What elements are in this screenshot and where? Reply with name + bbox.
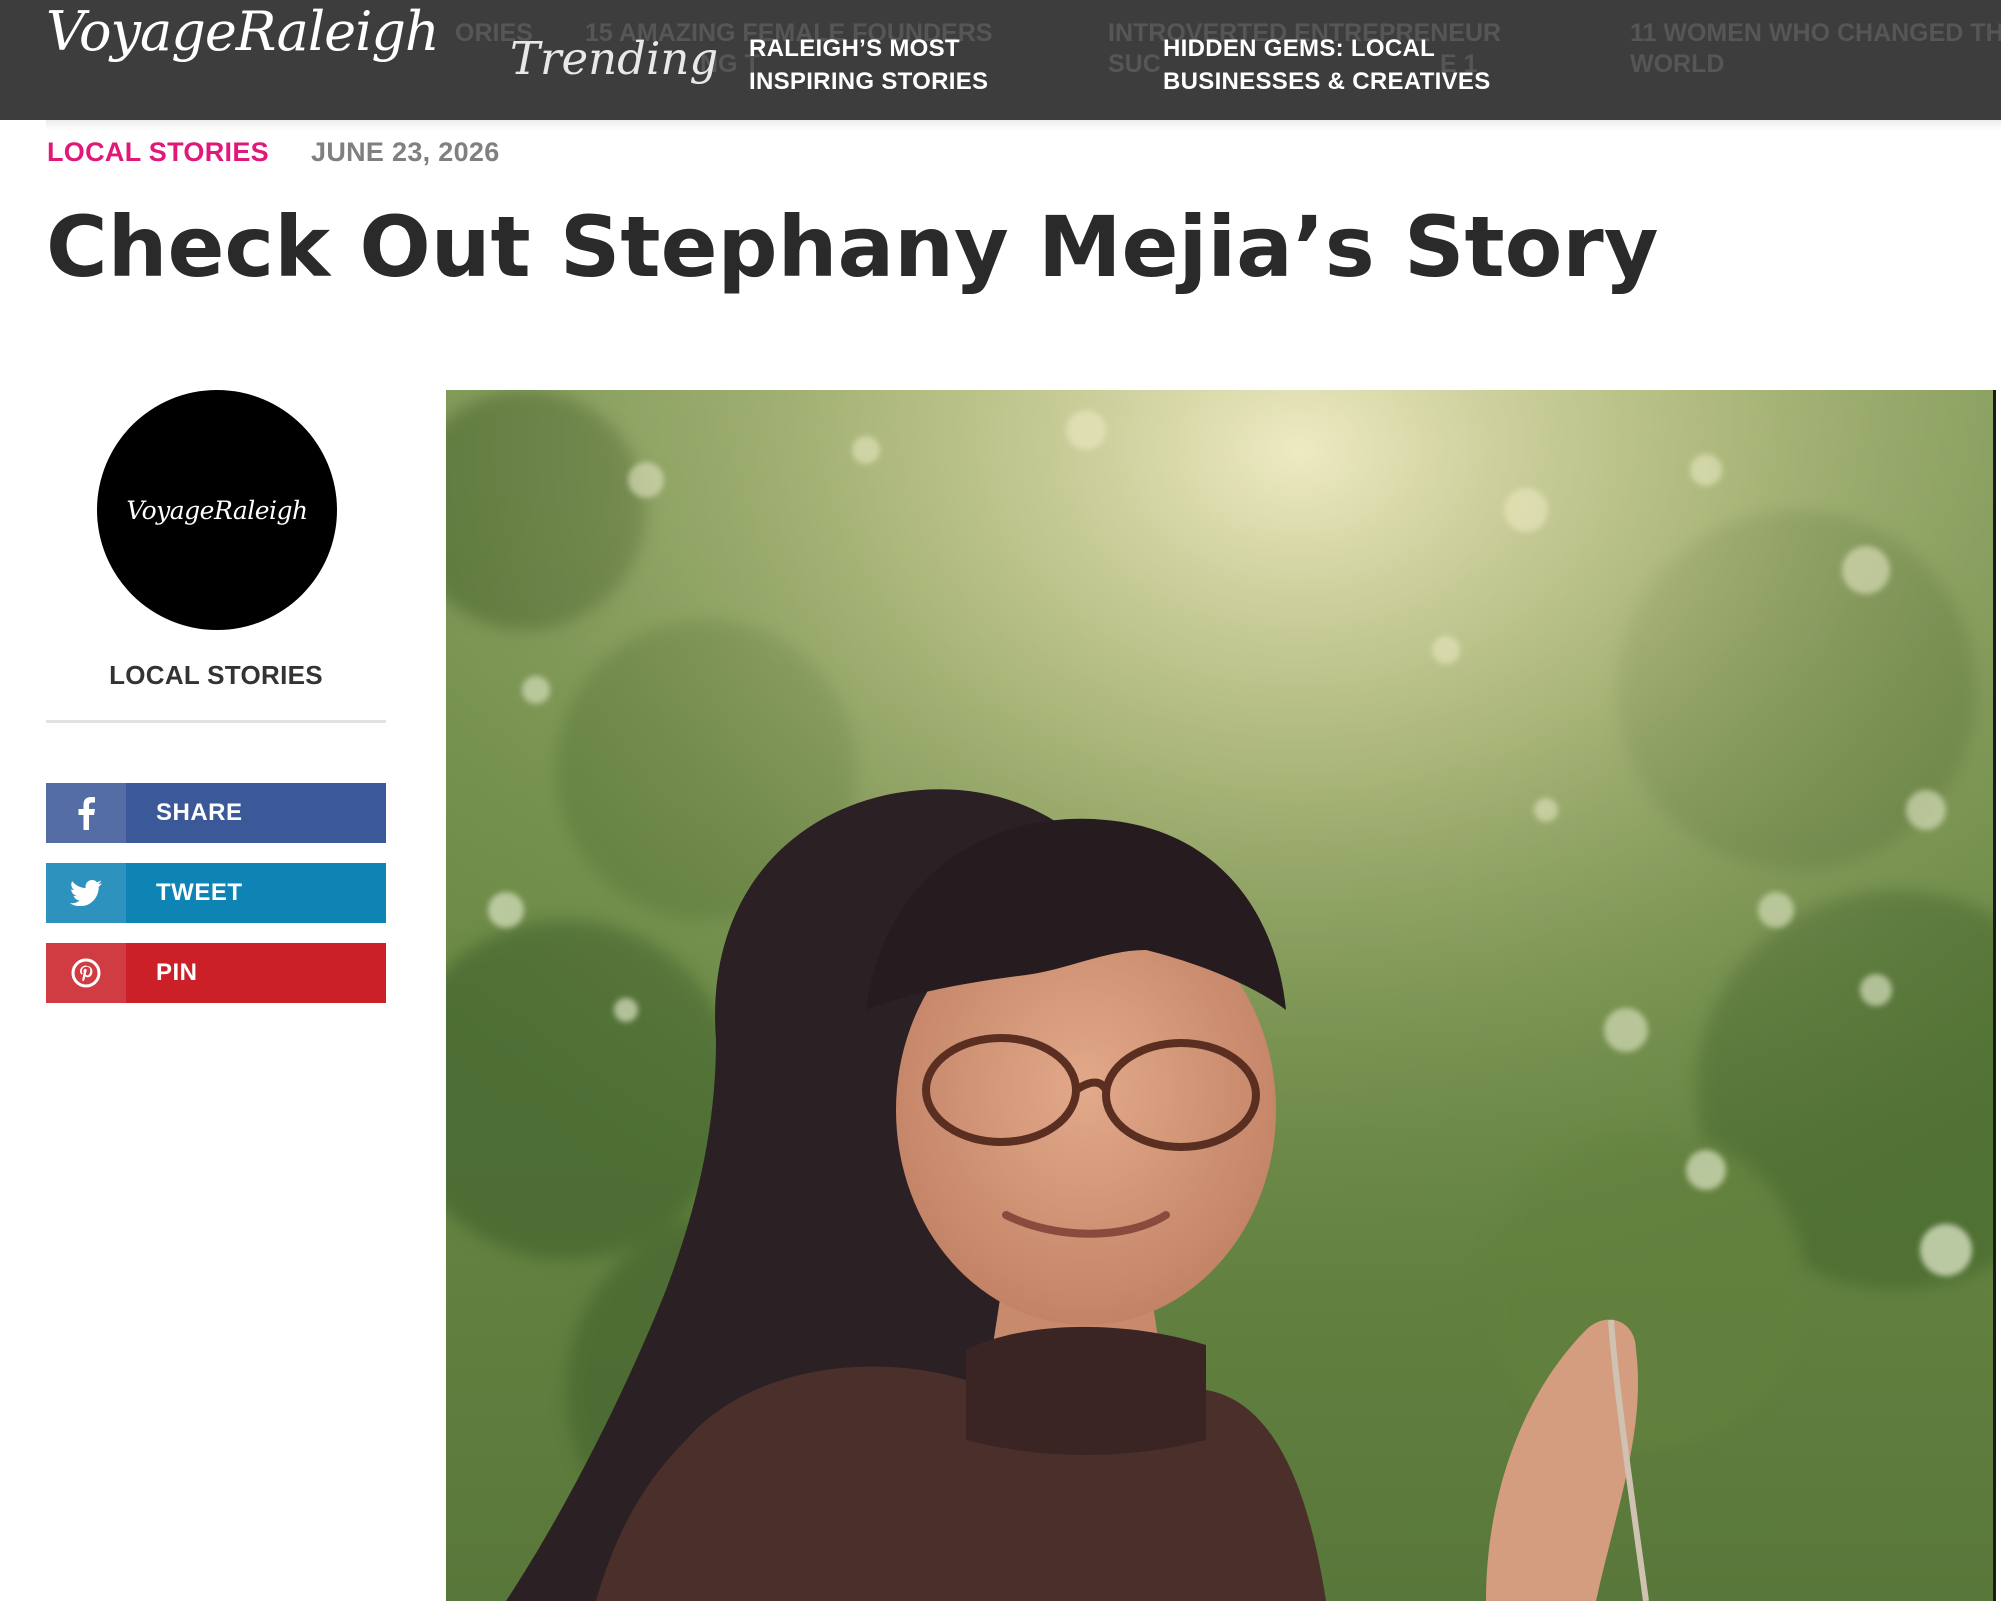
share-button-label: TWEET [156,879,243,906]
twitter-icon [46,863,126,923]
page-title: Check Out Stephany Mejia’s Story [46,198,1659,296]
author-avatar[interactable]: VoyageRaleigh [97,390,337,630]
trending-link-hidden-gems[interactable]: HIDDEN GEMS: LOCAL BUSINESSES & CREATIVE… [1163,32,1491,98]
twitter-share-button[interactable]: TWEET [46,863,386,923]
pinterest-share-button[interactable]: PIN [46,943,386,1003]
ticker-item: 11 WOMEN WHO CHANGED TH [1630,19,2001,47]
ticker-item: WORLD [1630,50,1725,78]
portrait-photo [446,390,1993,1601]
author-name[interactable]: LOCAL STORIES [46,660,386,691]
site-logo[interactable]: VoyageRaleigh [46,0,440,63]
trending-link-line: BUSINESSES & CREATIVES [1163,68,1491,95]
trending-link-line: HIDDEN GEMS: LOCAL [1163,35,1436,62]
share-button-label: SHARE [156,799,243,826]
sidebar-divider [46,720,386,723]
ticker-item: SUC [1108,50,1161,78]
article-hero-image[interactable] [446,390,1996,1601]
trending-link-line: RALEIGH’S MOST [749,35,960,62]
pinterest-icon [46,943,126,1003]
topbar-shadow [46,120,2001,130]
top-navigation-bar: ORIES 15 AMAZING FEMALE FOUNDERS NG T IN… [0,0,2001,120]
article-category-link[interactable]: LOCAL STORIES [47,137,269,168]
trending-link-line: INSPIRING STORIES [749,68,989,95]
facebook-icon [46,783,126,843]
share-button-label: PIN [156,959,198,986]
author-avatar-logo-text: VoyageRaleigh [126,495,308,525]
trending-link-inspiring-stories[interactable]: RALEIGH’S MOST INSPIRING STORIES [749,32,988,98]
article-date: JUNE 23, 2026 [311,137,500,167]
facebook-share-button[interactable]: SHARE [46,783,386,843]
trending-label: Trending [510,32,719,85]
